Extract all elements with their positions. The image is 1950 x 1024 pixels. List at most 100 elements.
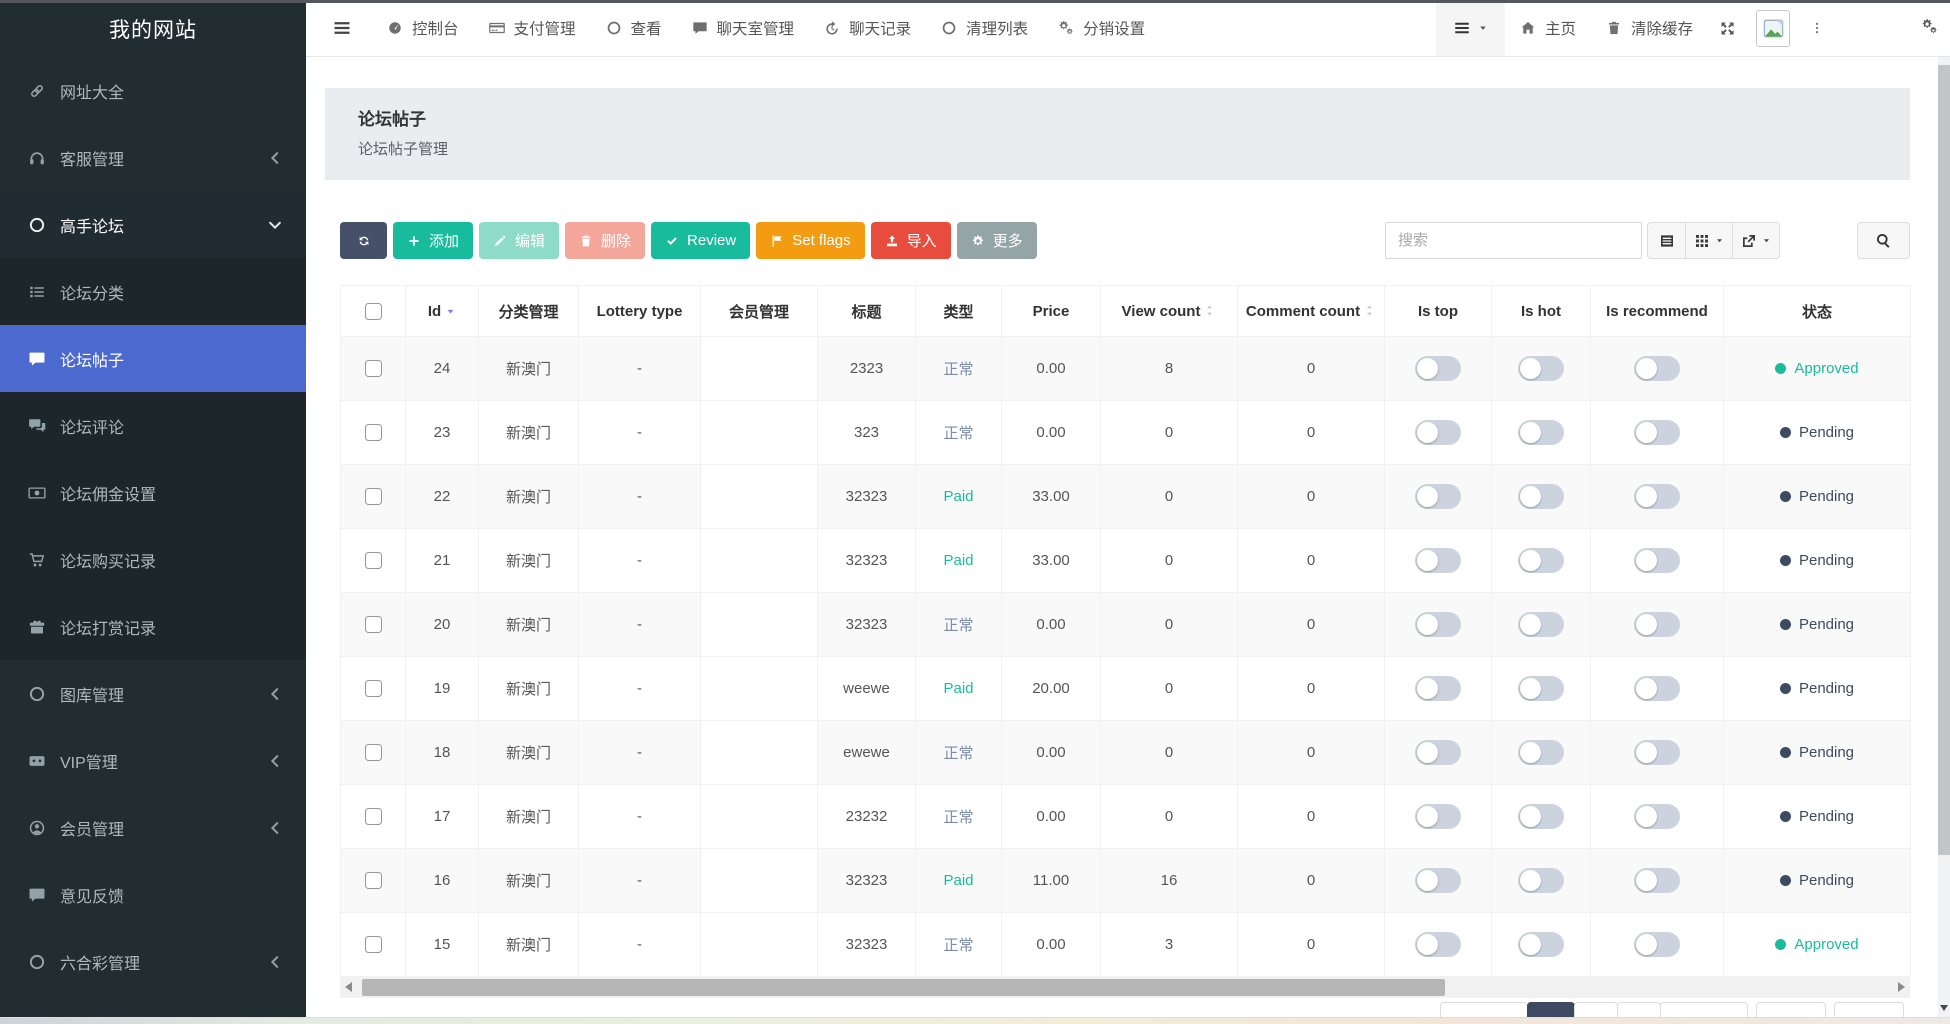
- column-header-views[interactable]: View count: [1101, 286, 1238, 337]
- refresh-button[interactable]: [340, 222, 387, 259]
- sidebar-item-customer-service[interactable]: 客服管理: [0, 124, 306, 191]
- toggle-is_top[interactable]: [1415, 676, 1461, 701]
- column-header-lottery_type[interactable]: Lottery type: [579, 286, 701, 337]
- sidebar-item-forum-purchases[interactable]: 论坛购买记录: [0, 526, 306, 593]
- toggle-is_recommend[interactable]: [1634, 484, 1680, 509]
- settings-gear-button[interactable]: [1921, 18, 1938, 38]
- toggle-is_recommend[interactable]: [1634, 676, 1680, 701]
- more-button[interactable]: 更多: [957, 222, 1037, 259]
- toggle-is_recommend[interactable]: [1634, 868, 1680, 893]
- topnav-item-view[interactable]: 查看: [591, 0, 677, 56]
- toggle-is_top[interactable]: [1415, 548, 1461, 573]
- sidebar-item-forum-commission[interactable]: 论坛佣金设置: [0, 459, 306, 526]
- add-button[interactable]: 添加: [393, 222, 473, 259]
- scroll-right-arrow[interactable]: [1898, 982, 1905, 992]
- row-checkbox[interactable]: [365, 744, 382, 761]
- sidebar-item-feedback[interactable]: 意见反馈: [0, 861, 306, 928]
- row-checkbox[interactable]: [365, 360, 382, 377]
- column-header-id[interactable]: Id: [406, 286, 479, 337]
- column-header-member[interactable]: 会员管理: [701, 286, 818, 337]
- sidebar-item-vip[interactable]: VIP管理: [0, 727, 306, 794]
- scroll-down-arrow[interactable]: [1940, 1005, 1948, 1011]
- sidebar-item-gallery[interactable]: 图库管理: [0, 660, 306, 727]
- scroll-left-arrow[interactable]: [345, 982, 352, 992]
- row-checkbox[interactable]: [365, 488, 382, 505]
- toggle-is_hot[interactable]: [1518, 356, 1564, 381]
- column-header-is_hot[interactable]: Is hot: [1492, 286, 1591, 337]
- topnav-item-payment[interactable]: 支付管理: [474, 0, 591, 56]
- clear-cache-button[interactable]: 清除缓存: [1591, 0, 1708, 56]
- toggle-is_recommend[interactable]: [1634, 804, 1680, 829]
- column-header-comments[interactable]: Comment count: [1238, 286, 1385, 337]
- topnav-item-chatroom[interactable]: 聊天室管理: [677, 0, 810, 56]
- toggle-is_recommend[interactable]: [1634, 612, 1680, 637]
- avatar[interactable]: [1756, 10, 1790, 47]
- column-header-title[interactable]: 标题: [818, 286, 916, 337]
- toggle-is_recommend[interactable]: [1634, 420, 1680, 445]
- columns-dropdown-button[interactable]: [1686, 222, 1733, 259]
- toggle-is_top[interactable]: [1415, 868, 1461, 893]
- topnav-item-chat-history[interactable]: 聊天记录: [809, 0, 926, 56]
- topnav-item-distribution[interactable]: 分销设置: [1043, 0, 1160, 56]
- toggle-is_hot[interactable]: [1518, 804, 1564, 829]
- topnav-item-clean-list[interactable]: 清理列表: [926, 0, 1043, 56]
- column-header-is_top[interactable]: Is top: [1385, 286, 1492, 337]
- fullscreen-button[interactable]: [1708, 0, 1747, 56]
- toggle-is_recommend[interactable]: [1634, 356, 1680, 381]
- toggle-is_top[interactable]: [1415, 356, 1461, 381]
- toggle-is_top[interactable]: [1415, 740, 1461, 765]
- detail-view-button[interactable]: [1647, 222, 1686, 259]
- sidebar-item-lottery[interactable]: 六合彩管理: [0, 928, 306, 995]
- toggle-is_hot[interactable]: [1518, 932, 1564, 957]
- toggle-is_hot[interactable]: [1518, 868, 1564, 893]
- user-menu-dots[interactable]: [1799, 0, 1835, 56]
- sidebar-item-members[interactable]: 会员管理: [0, 794, 306, 861]
- select-all-checkbox[interactable]: [365, 303, 382, 320]
- toggle-is_recommend[interactable]: [1634, 548, 1680, 573]
- row-checkbox[interactable]: [365, 872, 382, 889]
- toggle-is_recommend[interactable]: [1634, 740, 1680, 765]
- column-header-select[interactable]: [341, 286, 406, 337]
- horizontal-scrollbar-thumb[interactable]: [362, 979, 1445, 996]
- row-checkbox[interactable]: [365, 552, 382, 569]
- home-link[interactable]: 主页: [1505, 0, 1591, 56]
- row-checkbox[interactable]: [365, 616, 382, 633]
- sidebar-item-url-directory[interactable]: 网址大全: [0, 57, 306, 124]
- column-header-type[interactable]: 类型: [916, 286, 1002, 337]
- horizontal-scrollbar[interactable]: [340, 977, 1910, 998]
- page-scrollbar[interactable]: [1938, 57, 1950, 1017]
- sidebar-toggle-button[interactable]: [306, 0, 372, 56]
- page-scrollbar-thumb[interactable]: [1938, 65, 1950, 855]
- row-checkbox[interactable]: [365, 936, 382, 953]
- search-input[interactable]: [1385, 222, 1642, 259]
- sidebar-item-forum-posts[interactable]: 论坛帖子: [0, 325, 306, 392]
- toggle-is_top[interactable]: [1415, 484, 1461, 509]
- row-checkbox[interactable]: [365, 424, 382, 441]
- column-header-status[interactable]: 状态: [1724, 286, 1911, 337]
- row-checkbox[interactable]: [365, 680, 382, 697]
- column-header-is_recommend[interactable]: Is recommend: [1591, 286, 1724, 337]
- toggle-is_hot[interactable]: [1518, 484, 1564, 509]
- search-submit-button[interactable]: [1857, 222, 1910, 259]
- toggle-is_hot[interactable]: [1518, 548, 1564, 573]
- sidebar-item-forum-category[interactable]: 论坛分类: [0, 258, 306, 325]
- toggle-is_hot[interactable]: [1518, 740, 1564, 765]
- review-button[interactable]: Review: [651, 222, 750, 259]
- import-button[interactable]: 导入: [871, 222, 951, 259]
- toggle-is_hot[interactable]: [1518, 676, 1564, 701]
- toggle-is_recommend[interactable]: [1634, 932, 1680, 957]
- toggle-is_top[interactable]: [1415, 804, 1461, 829]
- sidebar-item-forum-comments[interactable]: 论坛评论: [0, 392, 306, 459]
- toggle-is_top[interactable]: [1415, 420, 1461, 445]
- toggle-is_top[interactable]: [1415, 612, 1461, 637]
- row-checkbox[interactable]: [365, 808, 382, 825]
- column-header-category[interactable]: 分类管理: [479, 286, 579, 337]
- set-flags-button[interactable]: Set flags: [756, 222, 864, 259]
- sidebar-item-forum-rewards[interactable]: 论坛打赏记录: [0, 593, 306, 660]
- sidebar-item-expert-forum[interactable]: 高手论坛: [0, 191, 306, 258]
- toggle-is_top[interactable]: [1415, 932, 1461, 957]
- export-dropdown-button[interactable]: [1733, 222, 1780, 259]
- topnav-more-dropdown[interactable]: [1436, 0, 1505, 56]
- topnav-item-console[interactable]: 控制台: [372, 0, 474, 56]
- column-header-price[interactable]: Price: [1002, 286, 1101, 337]
